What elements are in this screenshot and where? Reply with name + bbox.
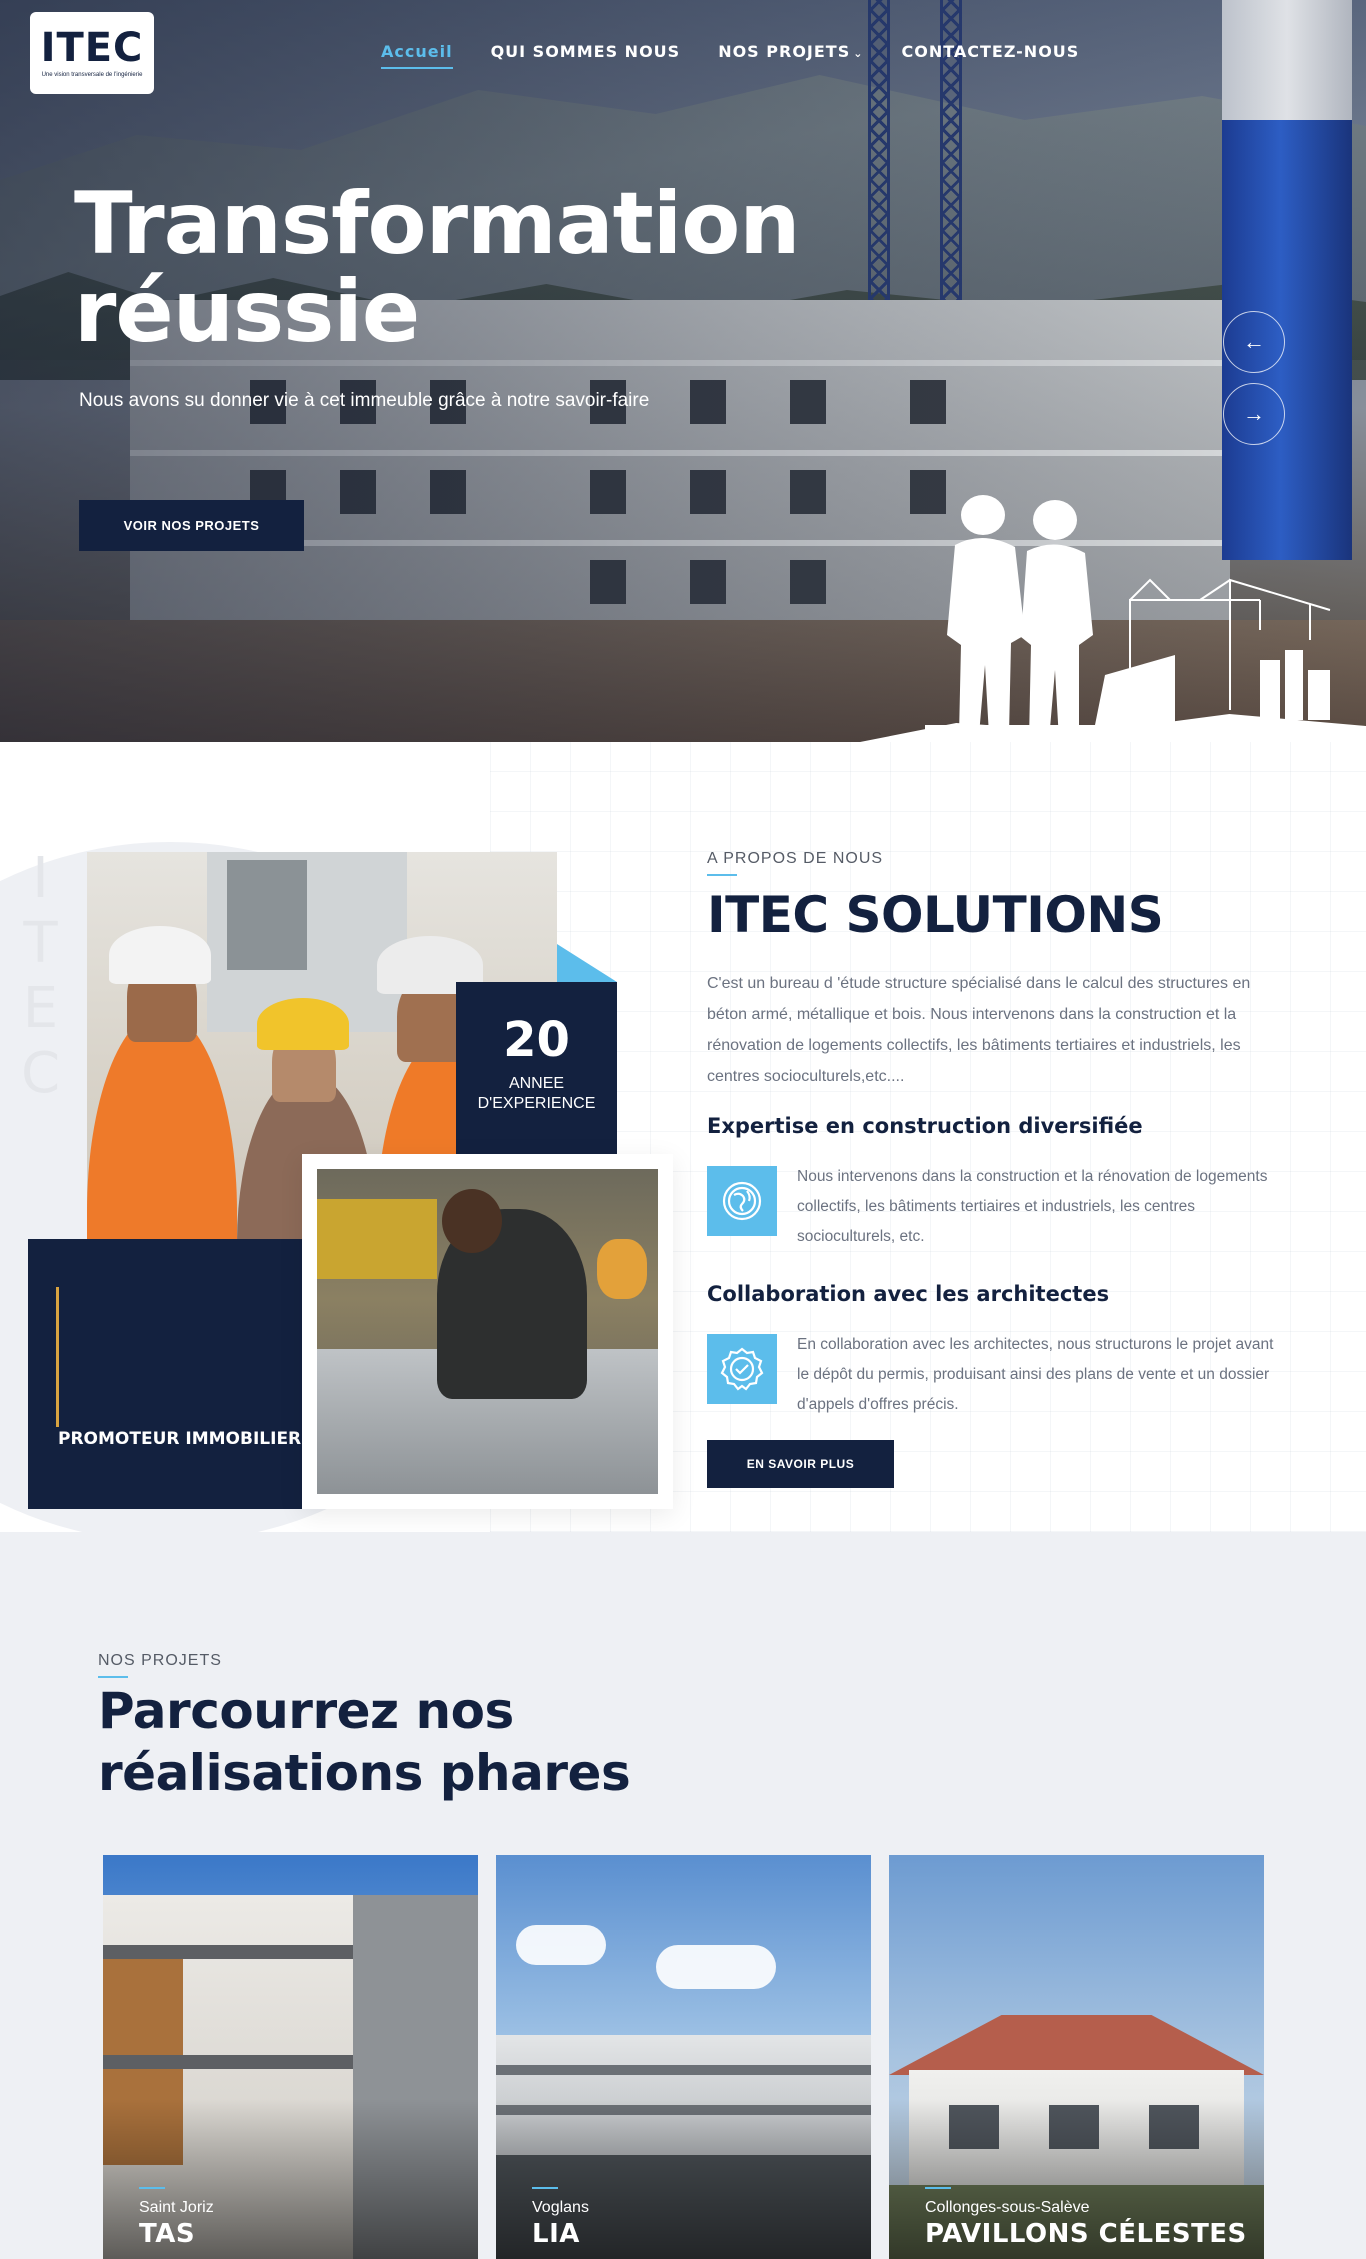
project-location: Saint Joriz <box>139 2187 214 2216</box>
promoter-box: PROMOTEUR IMMOBILIER <box>28 1239 303 1509</box>
project-location: Collonges-sous-Salève <box>925 2187 1090 2216</box>
gold-accent-bar <box>56 1287 59 1427</box>
learn-more-button[interactable]: EN SAVOIR PLUS <box>707 1440 894 1488</box>
feature-collaboration-text: En collaboration avec les architectes, n… <box>797 1336 1274 1413</box>
project-location: Voglans <box>532 2187 589 2216</box>
logo-tagline: Une vision transversale de l'ingénierie <box>41 72 143 78</box>
hero-title: Transformation réussie <box>74 180 801 356</box>
project-card[interactable]: Collonges-sous-Salève PAVILLONS CÉLESTES <box>889 1855 1264 2259</box>
project-card[interactable]: Saint Joriz TAS <box>103 1855 478 2259</box>
projects-title: Parcourrez nos réalisations phares <box>98 1682 631 1802</box>
view-projects-button[interactable]: VOIR NOS PROJETS <box>79 500 304 551</box>
experience-label-line1: ANNEE <box>508 1075 565 1092</box>
hero-title-line1: Transformation <box>74 174 801 274</box>
about-content: A PROPOS DE NOUS ITEC SOLUTIONS C'est un… <box>707 850 1287 1488</box>
feature-expertise-text: Nous intervenons dans la construction et… <box>797 1168 1268 1245</box>
worker-photo-frame <box>302 1154 673 1509</box>
chevron-down-icon: ⌄ <box>853 47 864 60</box>
projects-kicker: NOS PROJETS <box>98 1652 222 1678</box>
feature-expertise: Nous intervenons dans la construction et… <box>707 1162 1287 1252</box>
vertical-itec-text: ITEC <box>8 846 73 1114</box>
about-section: ITEC 20 ANNEE D'EXPERIENCE PROMOTEUR IMM… <box>0 742 1366 1532</box>
about-kicker: A PROPOS DE NOUS <box>707 850 1287 876</box>
experience-badge: 20 ANNEE D'EXPERIENCE <box>456 982 617 1154</box>
project-card[interactable]: Voglans LIA <box>496 1855 871 2259</box>
worker-photo <box>317 1169 658 1494</box>
globe-icon <box>707 1166 777 1236</box>
main-nav: Accueil QUI SOMMES NOUS NOS PROJETS ⌄ CON… <box>381 42 1079 69</box>
projects-section: NOS PROJETS Parcourrez nos réalisations … <box>0 1532 1366 2259</box>
arrow-left-icon: ← <box>1243 329 1265 354</box>
nav-item-qui-sommes-nous[interactable]: QUI SOMMES NOUS <box>491 42 681 61</box>
about-body: C'est un bureau d 'étude structure spéci… <box>707 975 1251 1085</box>
nav-item-nos-projets[interactable]: NOS PROJETS ⌄ <box>718 42 863 61</box>
feature-heading-expertise: Expertise en construction diversifiée <box>707 1114 1143 1138</box>
project-name: TAS <box>139 2219 196 2249</box>
nav-item-contactez-nous[interactable]: CONTACTEZ-NOUS <box>901 42 1079 61</box>
slider-next-button[interactable]: → <box>1223 383 1285 445</box>
hero-section: ITEC Une vision transversale de l'ingéni… <box>0 0 1366 742</box>
logo-text: ITEC <box>40 25 144 71</box>
feature-heading-collaboration: Collaboration avec les architectes <box>707 1282 1110 1306</box>
badge-check-icon <box>707 1334 777 1404</box>
project-name: LIA <box>532 2219 580 2249</box>
slider-prev-button[interactable]: ← <box>1223 311 1285 373</box>
vertical-itec-label: ITEC <box>8 846 73 1106</box>
project-name: PAVILLONS CÉLESTES <box>925 2219 1247 2249</box>
nav-item-nos-projets-label: NOS PROJETS <box>718 42 851 61</box>
experience-number: 20 <box>503 1012 570 1068</box>
cranes-sketch-icon <box>1129 578 1331 720</box>
feature-collaboration: En collaboration avec les architectes, n… <box>707 1330 1287 1420</box>
promoter-label: PROMOTEUR IMMOBILIER <box>58 1429 302 1449</box>
nav-item-accueil[interactable]: Accueil <box>381 42 453 69</box>
experience-label-line2: D'EXPERIENCE <box>477 1095 596 1112</box>
site-logo[interactable]: ITEC Une vision transversale de l'ingéni… <box>30 12 154 94</box>
arrow-right-icon: → <box>1243 401 1265 426</box>
about-title: ITEC SOLUTIONS <box>707 886 1164 944</box>
hero-title-line2: réussie <box>74 262 420 362</box>
hero-subtitle: Nous avons su donner vie à cet immeuble … <box>79 390 650 411</box>
